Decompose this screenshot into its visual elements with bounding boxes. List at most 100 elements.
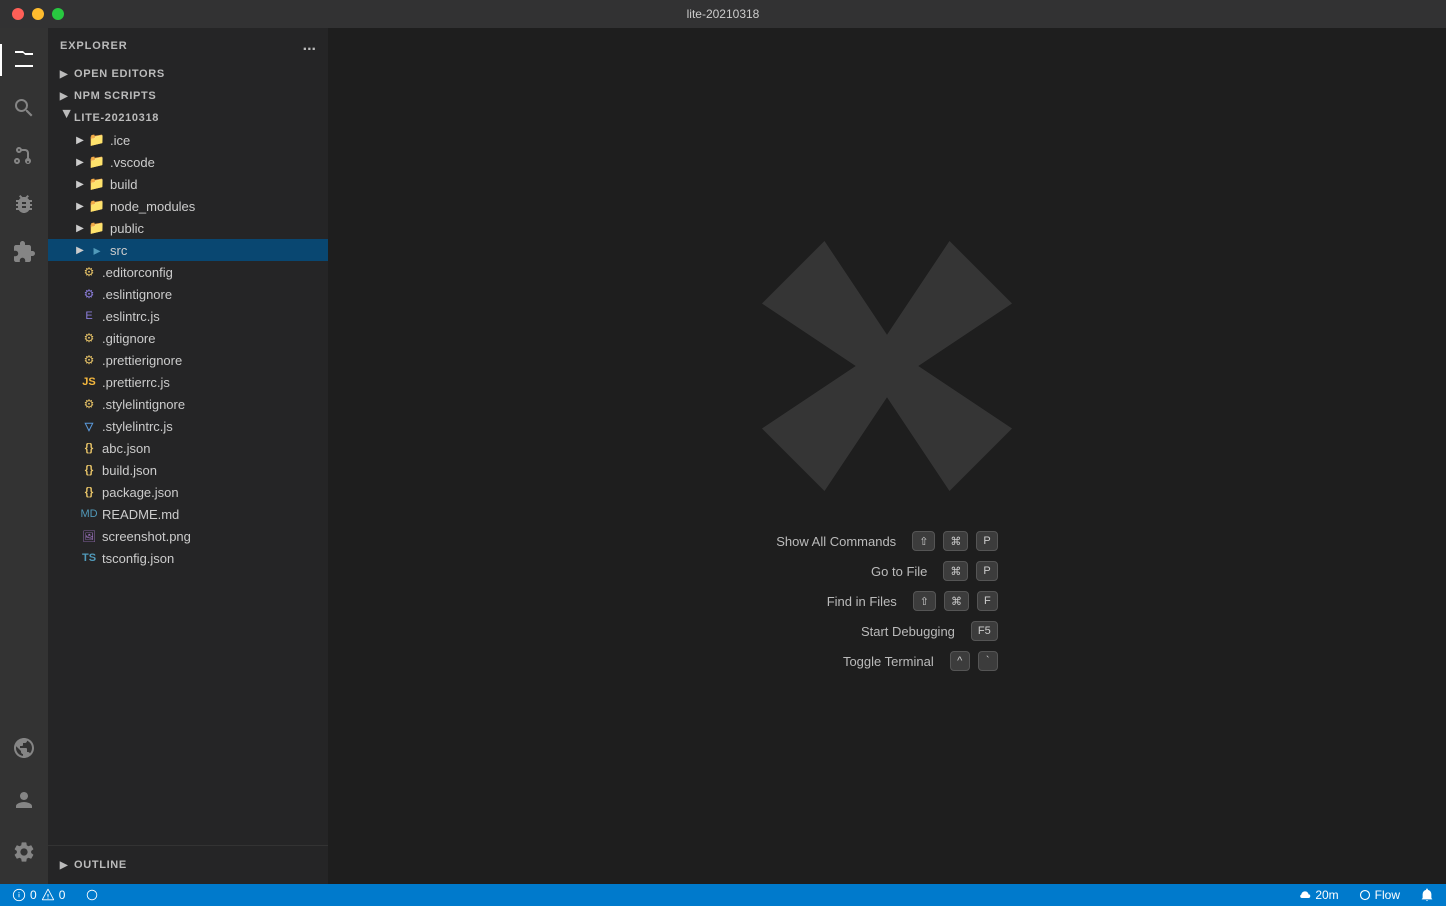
file-package-json[interactable]: {} package.json xyxy=(48,481,328,503)
chevron-right-icon: ▶ xyxy=(72,132,88,148)
git-file-icon: ⚙ xyxy=(80,329,98,347)
activity-item-explorer[interactable] xyxy=(0,36,48,84)
file-name: README.md xyxy=(102,507,179,522)
status-flow[interactable]: Flow xyxy=(1355,884,1404,906)
activity-item-account[interactable] xyxy=(0,776,48,824)
main-container: Explorer ... ▶ OPEN EDITORS ▶ NPM SCRIPT… xyxy=(0,28,1446,884)
minimize-button[interactable] xyxy=(32,8,44,20)
close-button[interactable] xyxy=(12,8,24,20)
file-name: build.json xyxy=(102,463,157,478)
gear-file-icon: ⚙ xyxy=(80,395,98,413)
shortcut-label: Show All Commands xyxy=(776,534,896,549)
activity-item-remote[interactable] xyxy=(0,724,48,772)
kbd-p: P xyxy=(976,561,997,581)
more-actions-button[interactable]: ... xyxy=(303,37,316,55)
folder-vscode[interactable]: ▶ 📁 .vscode xyxy=(48,151,328,173)
file-editorconfig[interactable]: ⚙ .editorconfig xyxy=(48,261,328,283)
shortcut-label: Go to File xyxy=(871,564,927,579)
kbd-shift: ⇧ xyxy=(912,531,935,551)
files-icon xyxy=(12,48,36,72)
welcome-shortcuts: Show All Commands ⇧ ⌘ P Go to File ⌘ P F… xyxy=(776,531,998,671)
folder-node-modules[interactable]: ▶ 📁 node_modules xyxy=(48,195,328,217)
file-name: screenshot.png xyxy=(102,529,191,544)
status-errors-warnings[interactable]: 0 0 xyxy=(8,884,69,906)
folder-name: .vscode xyxy=(110,155,155,170)
account-icon xyxy=(12,788,36,812)
folder-src-icon: ▸ xyxy=(88,241,106,259)
folder-ice[interactable]: ▶ 📁 .ice xyxy=(48,129,328,151)
activity-item-settings[interactable] xyxy=(0,828,48,876)
file-name: .gitignore xyxy=(102,331,155,346)
chevron-right-icon: ▶ xyxy=(72,220,88,236)
kbd-cmd: ⌘ xyxy=(943,561,968,581)
png-file-icon: 🖼 xyxy=(80,527,98,545)
gear-file-icon: ⚙ xyxy=(80,263,98,281)
status-bell[interactable] xyxy=(1416,884,1438,906)
file-prettierrc[interactable]: JS .prettierrc.js xyxy=(48,371,328,393)
sidebar-bottom: ▶ OUTLINE xyxy=(48,845,328,884)
md-file-icon: MD xyxy=(80,505,98,523)
json-file-icon: {} xyxy=(80,439,98,457)
file-eslintignore[interactable]: ⚙ .eslintignore xyxy=(48,283,328,305)
gear-file-icon: ▽ xyxy=(80,417,98,435)
bell-icon xyxy=(1420,888,1434,902)
file-name: .stylelintrc.js xyxy=(102,419,173,434)
activity-item-debug[interactable] xyxy=(0,180,48,228)
error-count: 0 xyxy=(30,888,37,902)
chevron-right-icon: ▶ xyxy=(56,857,72,873)
file-eslintrc[interactable]: E .eslintrc.js xyxy=(48,305,328,327)
file-stylelintignore[interactable]: ⚙ .stylelintignore xyxy=(48,393,328,415)
kbd-cmd: ⌘ xyxy=(944,591,969,611)
shortcut-find-in-files: Find in Files ⇧ ⌘ F xyxy=(827,591,998,611)
chevron-right-icon: ▶ xyxy=(72,242,88,258)
file-name: .eslintignore xyxy=(102,287,172,302)
file-prettierignore[interactable]: ⚙ .prettierignore xyxy=(48,349,328,371)
file-gitignore[interactable]: ⚙ .gitignore xyxy=(48,327,328,349)
editor-area: Show All Commands ⇧ ⌘ P Go to File ⌘ P F… xyxy=(328,28,1446,884)
folder-src[interactable]: ▶ ▸ src xyxy=(48,239,328,261)
file-screenshot[interactable]: 🖼 screenshot.png xyxy=(48,525,328,547)
folder-icon: 📁 xyxy=(88,131,106,149)
flow-icon xyxy=(1359,889,1371,901)
folder-build[interactable]: ▶ 📁 build xyxy=(48,173,328,195)
section-open-editors[interactable]: ▶ OPEN EDITORS xyxy=(48,63,328,85)
section-npm-scripts[interactable]: ▶ NPM SCRIPTS xyxy=(48,85,328,107)
shortcut-toggle-terminal: Toggle Terminal ^ ` xyxy=(843,651,998,671)
activity-item-search[interactable] xyxy=(0,84,48,132)
activity-item-extensions[interactable] xyxy=(0,228,48,276)
folder-public[interactable]: ▶ 📁 public xyxy=(48,217,328,239)
section-outline[interactable]: ▶ OUTLINE xyxy=(48,854,328,876)
file-name: .prettierrc.js xyxy=(102,375,170,390)
activity-bar xyxy=(0,28,48,884)
project-label: LITE-20210318 xyxy=(74,112,159,124)
eslint-file-icon: ⚙ xyxy=(80,285,98,303)
shortcut-show-all-commands: Show All Commands ⇧ ⌘ P xyxy=(776,531,998,551)
folder-icon: 📁 xyxy=(88,197,106,215)
file-build-json[interactable]: {} build.json xyxy=(48,459,328,481)
sidebar: Explorer ... ▶ OPEN EDITORS ▶ NPM SCRIPT… xyxy=(48,28,328,884)
file-stylelintrc[interactable]: ▽ .stylelintrc.js xyxy=(48,415,328,437)
section-project-root[interactable]: ▶ LITE-20210318 xyxy=(48,107,328,129)
file-tsconfig[interactable]: TS tsconfig.json xyxy=(48,547,328,569)
activity-item-source-control[interactable] xyxy=(0,132,48,180)
folder-name: src xyxy=(110,243,127,258)
shortcut-label: Start Debugging xyxy=(861,624,955,639)
status-remote[interactable]: 20m xyxy=(1295,884,1342,906)
maximize-button[interactable] xyxy=(52,8,64,20)
titlebar: lite-20210318 xyxy=(0,0,1446,28)
gear-icon xyxy=(12,840,36,864)
sync-icon xyxy=(85,888,99,902)
file-abc-json[interactable]: {} abc.json xyxy=(48,437,328,459)
file-name: .editorconfig xyxy=(102,265,173,280)
warning-icon xyxy=(41,888,55,902)
sidebar-header-actions[interactable]: ... xyxy=(303,37,316,55)
chevron-right-icon: ▶ xyxy=(56,66,72,82)
window-title: lite-20210318 xyxy=(687,7,760,21)
prettier-file-icon: JS xyxy=(80,373,98,391)
kbd-f5: F5 xyxy=(971,621,998,641)
kbd-backtick: ` xyxy=(978,651,998,671)
source-control-icon xyxy=(12,144,36,168)
file-readme[interactable]: MD README.md xyxy=(48,503,328,525)
status-sync[interactable] xyxy=(81,884,103,906)
open-editors-label: OPEN EDITORS xyxy=(74,68,165,80)
